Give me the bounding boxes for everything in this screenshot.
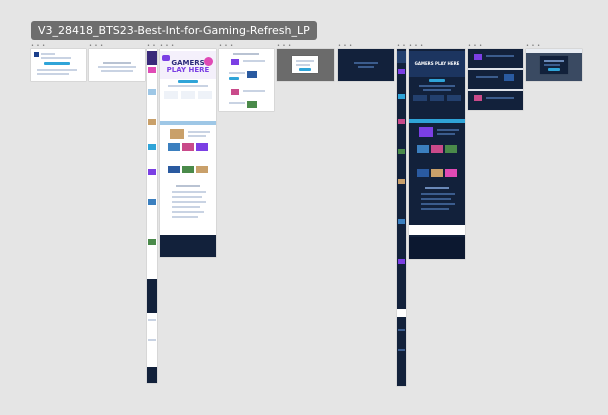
footer-block	[160, 235, 216, 257]
artboard-content	[31, 49, 86, 81]
artboard-frame[interactable]: • • •	[31, 44, 86, 81]
white-section	[409, 225, 465, 235]
artboard-frame[interactable]: • • •	[468, 44, 523, 110]
hero-title-line2: PLAY HERE	[166, 66, 210, 74]
file-title-badge[interactable]: V3_28418_BTS23-Best-Int-for-Gaming-Refre…	[31, 21, 317, 40]
artboard-content	[219, 49, 274, 111]
artboard-frame[interactable]: • • •	[277, 44, 334, 81]
logo-thumbnail	[34, 52, 39, 57]
artboard-content: GAMERS PLAY HERE	[409, 49, 465, 259]
artboard-frame[interactable]: • • •	[89, 44, 145, 81]
artboard-frame[interactable]: • • • GAMERS PLAY HERE	[409, 44, 465, 259]
artboard-frame[interactable]: • • • GAMERS PLAY HERE	[160, 44, 216, 257]
artboard-content	[526, 49, 582, 81]
artboard-frame[interactable]: • • •	[219, 44, 274, 111]
artboard-content	[468, 49, 523, 110]
artboard-content	[147, 49, 157, 383]
artboard-content	[338, 49, 394, 81]
artboard-content	[89, 49, 145, 81]
artboard-frame[interactable]: • • •	[526, 44, 582, 81]
modal-dialog	[292, 56, 318, 73]
artboard-frame[interactable]: • • •	[338, 44, 394, 81]
footer-block	[409, 237, 465, 259]
artboard-content: GAMERS PLAY HERE	[160, 49, 216, 257]
artboard-frame[interactable]: • • •	[397, 44, 406, 386]
modal-dialog	[540, 56, 568, 74]
artboard-content	[277, 49, 334, 81]
artboard-frame[interactable]: • • •	[147, 44, 157, 383]
artboard-content	[397, 49, 406, 386]
hero-title: GAMERS PLAY HERE	[414, 61, 460, 66]
